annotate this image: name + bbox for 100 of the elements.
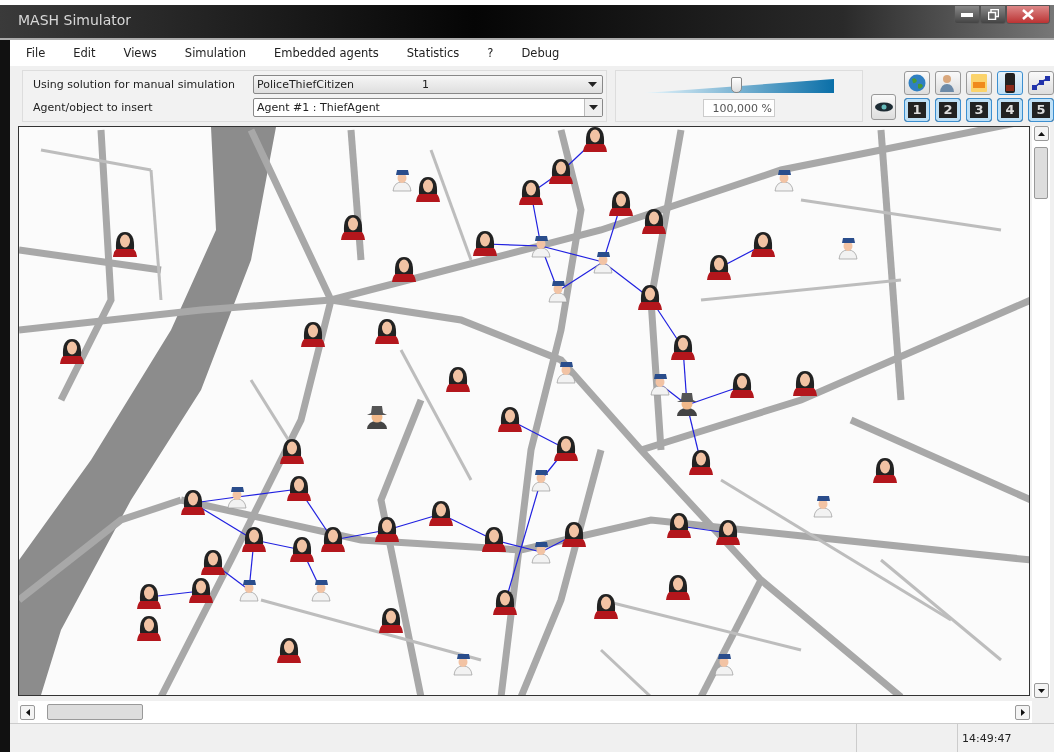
menu-item[interactable]: Embedded agents (274, 46, 379, 60)
slider-thumb[interactable] (730, 77, 742, 93)
menu-item[interactable]: Edit (73, 46, 96, 60)
police-icon[interactable] (531, 542, 551, 564)
citizen-icon[interactable] (290, 537, 314, 562)
citizen-icon[interactable] (473, 231, 497, 256)
citizen-icon[interactable] (301, 322, 325, 347)
citizen-icon[interactable] (321, 527, 345, 552)
menu-item[interactable]: ? (487, 46, 494, 60)
citizen-icon[interactable] (392, 257, 416, 282)
citizen-icon[interactable] (137, 616, 161, 641)
citizen-icon[interactable] (689, 450, 713, 475)
citizen-icon[interactable] (716, 520, 740, 545)
citizen-icon[interactable] (375, 517, 399, 542)
citizen-icon[interactable] (609, 191, 633, 216)
status-time: 14:49:47 (957, 724, 1054, 752)
minimize-icon (961, 12, 973, 17)
police-icon[interactable] (311, 580, 331, 602)
citizen-icon[interactable] (707, 255, 731, 280)
layer-button[interactable]: 1 (904, 97, 930, 122)
police-icon[interactable] (556, 362, 576, 384)
police-icon[interactable] (531, 236, 551, 258)
police-icon[interactable] (227, 487, 247, 509)
scroll-thumb[interactable] (47, 704, 143, 720)
citizen-icon[interactable] (242, 527, 266, 552)
citizen-icon[interactable] (667, 513, 691, 538)
citizen-icon[interactable] (562, 522, 586, 547)
police-icon[interactable] (548, 281, 568, 303)
citizen-icon[interactable] (482, 527, 506, 552)
citizen-icon[interactable] (446, 367, 470, 392)
citizen-icon[interactable] (583, 127, 607, 152)
close-icon (1022, 9, 1034, 20)
police-icon[interactable] (392, 170, 412, 192)
citizen-icon[interactable] (287, 476, 311, 501)
view-button[interactable] (871, 94, 896, 120)
police-icon[interactable] (531, 470, 551, 492)
citizen-icon[interactable] (280, 439, 304, 464)
citizen-icon[interactable] (498, 407, 522, 432)
solution-dropdown[interactable]: PoliceThiefCitizen 1 (253, 75, 603, 94)
speed-field[interactable]: 100,000 % (702, 99, 775, 117)
minimize-button[interactable] (954, 5, 980, 24)
citizen-icon[interactable] (201, 550, 225, 575)
citizen-icon[interactable] (519, 180, 543, 205)
layer-button[interactable]: 2 (935, 97, 961, 122)
vertical-scrollbar[interactable] (1032, 126, 1050, 698)
tool-button[interactable] (997, 70, 1023, 95)
restore-icon (987, 9, 999, 20)
close-button[interactable] (1006, 5, 1050, 24)
citizen-icon[interactable] (671, 335, 695, 360)
citizen-icon[interactable] (341, 215, 365, 240)
tool-button[interactable] (1028, 70, 1054, 95)
thief-icon[interactable] (677, 393, 697, 416)
citizen-icon[interactable] (181, 490, 205, 515)
menu-item[interactable]: File (26, 46, 46, 60)
citizen-icon[interactable] (113, 232, 137, 257)
insert-label: Agent/object to insert (33, 101, 154, 114)
citizen-icon[interactable] (379, 608, 403, 633)
citizen-icon[interactable] (375, 319, 399, 344)
layer-button[interactable]: 5 (1028, 97, 1054, 122)
menu-item[interactable]: Views (123, 46, 157, 60)
scroll-up-icon (1037, 131, 1045, 136)
scroll-thumb[interactable] (1034, 147, 1048, 199)
eye-icon (874, 102, 893, 112)
citizen-icon[interactable] (60, 339, 84, 364)
citizen-icon[interactable] (189, 578, 213, 603)
citizen-icon[interactable] (429, 501, 453, 526)
caret-icon (589, 105, 598, 110)
menu-item[interactable]: Statistics (406, 46, 460, 60)
police-icon[interactable] (593, 252, 613, 274)
police-icon[interactable] (714, 654, 734, 676)
menu-item[interactable]: Debug (521, 46, 560, 60)
menu-item[interactable]: Simulation (184, 46, 247, 60)
citizen-icon[interactable] (416, 177, 440, 202)
citizen-icon[interactable] (137, 584, 161, 609)
citizen-icon[interactable] (793, 371, 817, 396)
thief-icon[interactable] (367, 406, 387, 429)
police-icon[interactable] (239, 580, 259, 602)
citizen-icon[interactable] (493, 590, 517, 615)
globe-icon (908, 73, 926, 92)
person-icon (939, 73, 957, 92)
citizen-icon[interactable] (642, 209, 666, 234)
police-icon[interactable] (838, 238, 858, 260)
agent-dropdown[interactable]: Agent #1 : ThiefAgent (253, 98, 603, 117)
police-icon[interactable] (774, 170, 794, 192)
citizen-icon[interactable] (277, 638, 301, 663)
citizen-icon[interactable] (873, 458, 897, 483)
citizen-icon[interactable] (730, 373, 754, 398)
horizontal-scrollbar[interactable] (18, 701, 1032, 723)
citizen-icon[interactable] (594, 594, 618, 619)
citizen-icon[interactable] (549, 159, 573, 184)
citizen-icon[interactable] (554, 436, 578, 461)
citizen-icon[interactable] (751, 232, 775, 257)
layer-button[interactable]: 3 (966, 97, 992, 122)
police-icon[interactable] (813, 496, 833, 518)
police-icon[interactable] (453, 654, 473, 676)
restore-button[interactable] (980, 5, 1006, 24)
layer-button[interactable]: 4 (997, 97, 1023, 122)
citizen-icon[interactable] (638, 285, 662, 310)
citizen-icon[interactable] (666, 575, 690, 600)
police-icon[interactable] (650, 374, 670, 396)
